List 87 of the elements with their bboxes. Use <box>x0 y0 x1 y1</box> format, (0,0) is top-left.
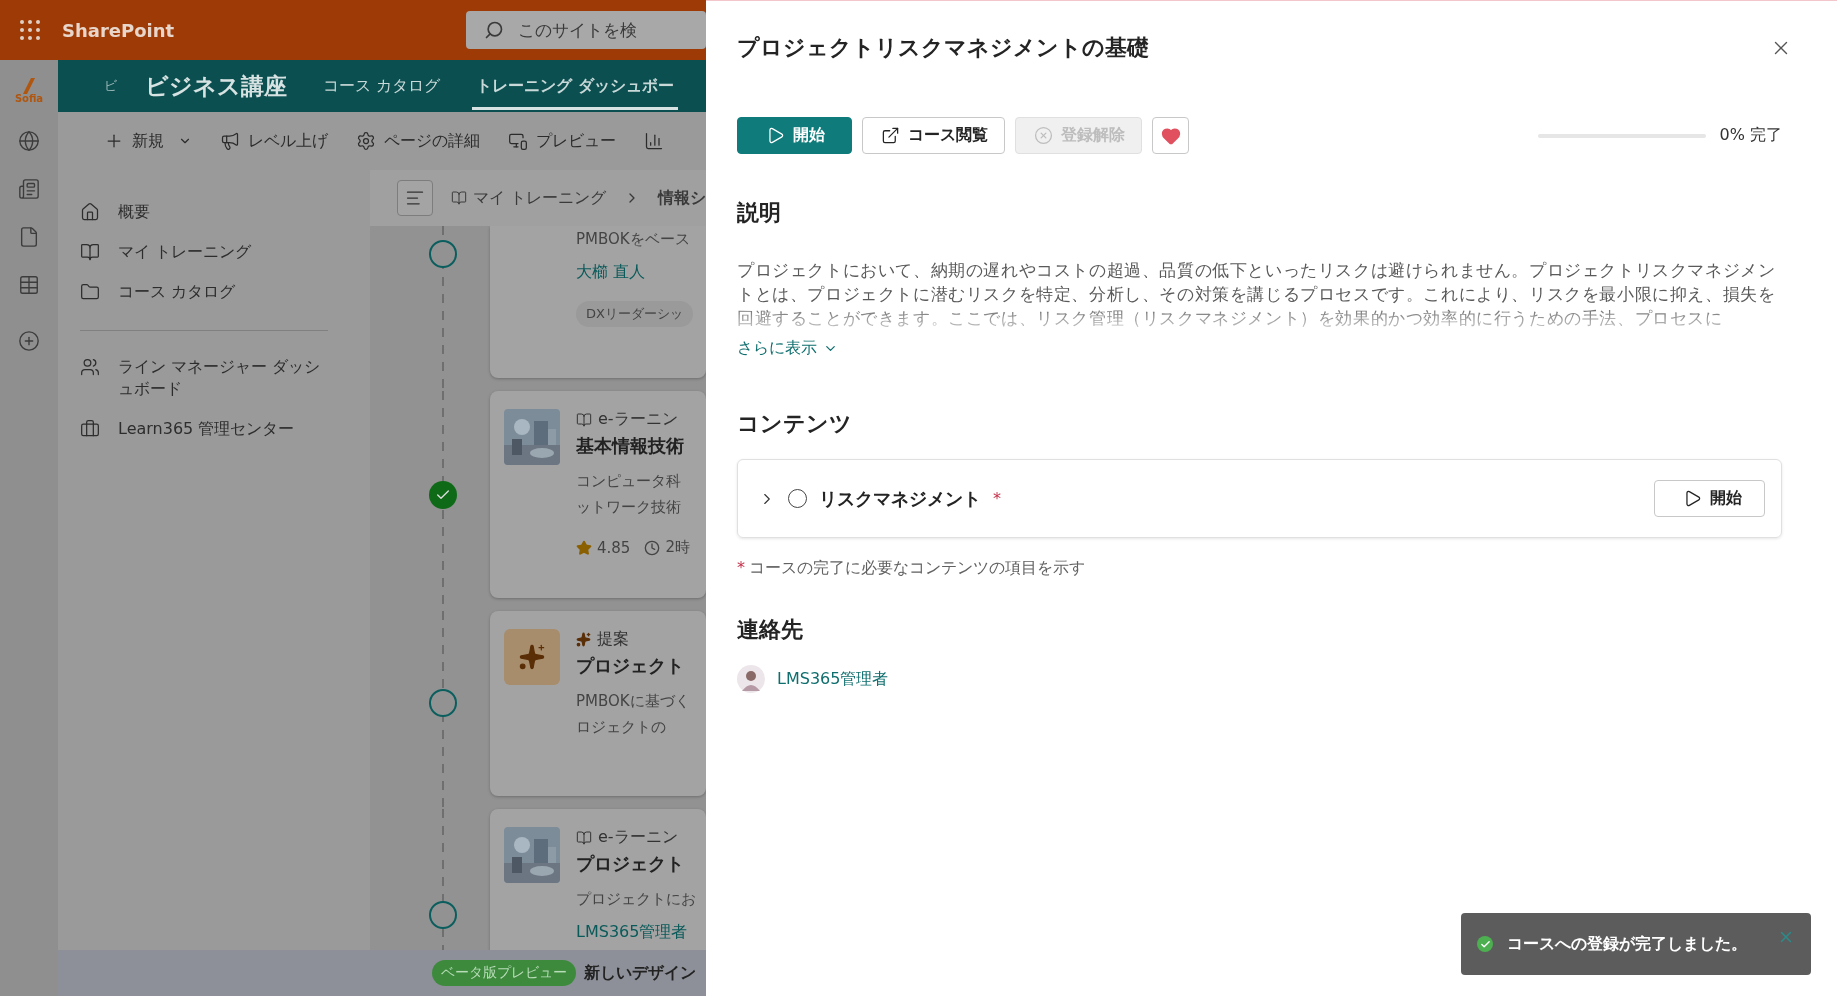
book-icon <box>80 242 100 262</box>
star-icon <box>576 539 592 556</box>
course-card[interactable]: e-ラーニン 基本情報技術 コンピュータ科 ットワーク技術 4.85 2時 <box>490 391 706 598</box>
sparkle-icon <box>504 629 560 685</box>
start-button[interactable]: 開始 <box>1654 480 1765 517</box>
home-icon <box>80 202 100 222</box>
course-title: プロジェクト <box>576 654 685 678</box>
avatar <box>737 665 765 693</box>
favorite-button[interactable] <box>1152 117 1189 154</box>
duration: 2時 <box>665 538 690 557</box>
course-description: コンピュータ科 <box>576 471 682 492</box>
devices-icon <box>508 131 528 151</box>
briefcase-icon <box>80 419 100 439</box>
progress-reading: 0% 完了 <box>1719 125 1782 146</box>
nav-link[interactable]: コース カタログ <box>80 272 330 312</box>
course-tag: DXリーダーシッ <box>576 301 693 327</box>
breadcrumb-link[interactable]: 情報シ <box>658 187 706 209</box>
settings-icon <box>356 131 376 151</box>
success-icon <box>1477 936 1493 952</box>
description-text: プロジェクトにおいて、納期の遅れやコストの超過、品質の低下といったリスクは避けられません。プロジェクトリスクマネジメントとは、プロジェクトに潜むリスクを特定、分析し、その対策を講じるプロセスです。これにより、リスクを最小限に抑え、損失を回避することができます。ここでは、リスク管理（リスクマネジメント）を効果的かつ効率的に行うための手法、プロセスに <box>737 259 1777 330</box>
required-note: コースの完了に必要なコンテンツの項目を示す <box>749 558 1085 579</box>
course-type-label: e-ラーニン <box>598 827 678 848</box>
course-card[interactable]: PMBOKをベース 大櫛 直人 DXリーダーシッ <box>490 226 706 378</box>
action-button[interactable]: コース閲覧 <box>862 117 1005 154</box>
course-type-label: e-ラーニン <box>598 409 678 430</box>
app-name[interactable]: SharePoint <box>62 19 447 41</box>
clock-icon <box>644 539 661 556</box>
search-icon <box>484 20 505 40</box>
section-heading: コンテンツ <box>737 410 853 438</box>
file-icon[interactable] <box>18 226 40 248</box>
folder-icon <box>80 282 100 302</box>
site-title[interactable]: ビジネス講座 <box>145 70 287 102</box>
app-launcher-icon[interactable] <box>18 18 42 42</box>
nav-link[interactable]: 概要 <box>80 192 330 232</box>
play-icon <box>766 126 785 145</box>
circle-x-icon <box>1034 126 1053 145</box>
command-button[interactable]: プレビュー <box>508 130 616 152</box>
book-icon <box>450 190 467 206</box>
menu-button[interactable] <box>397 180 433 216</box>
sparkle-icon <box>576 632 591 647</box>
author-link[interactable]: 大櫛 直人 <box>576 262 693 283</box>
heart-icon <box>1160 125 1181 146</box>
course-title: 基本情報技術 <box>576 434 685 458</box>
globe-icon[interactable] <box>18 130 40 152</box>
rating: 4.85 <box>597 538 631 557</box>
course-description: PMBOKに基づく <box>576 691 690 712</box>
course-description: プロジェクトにお <box>576 889 696 910</box>
play-icon <box>1683 489 1702 508</box>
course-card[interactable]: 提案 プロジェクト PMBOKに基づく ロジェクトの <box>490 611 706 796</box>
people-icon <box>80 357 100 377</box>
course-type-label: 提案 <box>597 629 629 650</box>
course-description: ットワーク技術 <box>576 497 682 518</box>
show-more-link[interactable]: さらに表示 <box>737 338 838 359</box>
external-link-icon <box>881 126 900 145</box>
chart-icon[interactable] <box>644 131 664 151</box>
site-initial: ビ <box>104 77 117 95</box>
course-description: ロジェクトの <box>576 717 667 738</box>
command-button[interactable]: 新規 <box>104 130 192 152</box>
toast-message: コースへの登録が完了しました。 <box>1507 933 1747 955</box>
command-button[interactable]: レベル上げ <box>220 130 328 152</box>
list-icon[interactable] <box>18 274 40 296</box>
author-link[interactable]: LMS365管理者 <box>576 922 696 943</box>
required-mark: * <box>993 489 1001 508</box>
contact-link[interactable]: LMS365管理者 <box>737 665 889 693</box>
action-button[interactable]: 開始 <box>737 117 852 154</box>
required-mark: * <box>737 558 745 579</box>
beta-message: 新しいデザイン <box>584 962 696 984</box>
content-title: リスクマネジメント <box>819 486 981 511</box>
course-title: プロジェクト <box>576 852 685 876</box>
news-icon[interactable] <box>18 178 40 200</box>
panel-title: プロジェクトリスクマネジメントの基礎 <box>737 34 1149 62</box>
section-heading: 説明 <box>737 199 782 227</box>
site-nav-tab[interactable]: コース カタログ <box>319 62 445 110</box>
add-icon[interactable] <box>18 330 40 352</box>
nav-link[interactable]: マイ トレーニング <box>80 232 330 272</box>
megaphone-icon <box>220 131 240 151</box>
book-icon <box>576 829 592 846</box>
nav-link[interactable]: ライン マネージャー ダッシュボード <box>80 347 330 409</box>
course-card[interactable]: e-ラーニン プロジェクト プロジェクトにお LMS365管理者 <box>490 809 706 950</box>
breadcrumb-link[interactable]: マイ トレーニング <box>450 187 607 209</box>
book-icon <box>576 411 592 428</box>
course-description: PMBOKをベース <box>576 229 691 250</box>
section-heading: 連絡先 <box>737 616 804 644</box>
search-field[interactable]: このサイトを検 <box>466 11 706 49</box>
beta-badge: ベータ版プレビュー <box>432 960 576 986</box>
nav-link[interactable]: Learn365 管理センター <box>80 409 330 449</box>
command-button[interactable]: ページの詳細 <box>356 130 480 152</box>
